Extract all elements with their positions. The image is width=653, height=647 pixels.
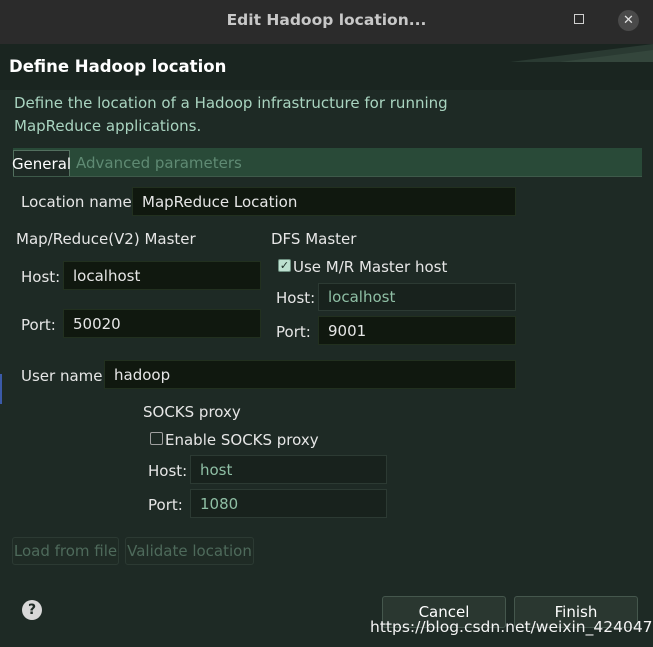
page-description: Define the location of a Hadoop infrastr… <box>14 94 448 135</box>
socks-host-input[interactable]: host <box>190 455 387 484</box>
socks-port-label: Port: <box>148 496 183 514</box>
mr-host-input[interactable]: localhost <box>63 261 261 290</box>
use-mr-master-host-checkbox[interactable]: ✓ <box>278 259 291 272</box>
tab-general[interactable]: General <box>12 150 71 176</box>
mr-host-label: Host: <box>21 268 61 286</box>
load-from-file-button[interactable]: Load from file <box>12 537 119 565</box>
mr-master-heading: Map/Reduce(V2) Master <box>16 230 196 248</box>
enable-socks-proxy-label[interactable]: Enable SOCKS proxy <box>165 431 319 449</box>
dfs-port-input[interactable]: 9001 <box>318 316 516 345</box>
dfs-host-label: Host: <box>276 289 316 307</box>
user-name-label: User name: <box>21 367 108 385</box>
maximize-icon[interactable] <box>574 14 584 24</box>
dfs-port-label: Port: <box>276 323 311 341</box>
socks-port-input[interactable]: 1080 <box>190 489 387 518</box>
enable-socks-proxy-checkbox[interactable] <box>150 432 163 445</box>
header-decoration <box>510 44 653 62</box>
user-name-input[interactable]: hadoop <box>104 360 516 389</box>
dfs-master-heading: DFS Master <box>271 230 357 248</box>
close-icon: ✕ <box>623 13 634 28</box>
focus-marker <box>0 374 2 404</box>
socks-host-label: Host: <box>148 462 188 480</box>
mr-port-label: Port: <box>21 316 56 334</box>
mr-port-input[interactable]: 50020 <box>63 309 261 338</box>
tab-advanced-parameters[interactable]: Advanced parameters <box>76 154 242 172</box>
window-title: Edit Hadoop location... <box>226 11 427 29</box>
dfs-host-input[interactable]: localhost <box>318 283 516 311</box>
socks-proxy-heading: SOCKS proxy <box>143 403 241 421</box>
close-button[interactable]: ✕ <box>618 10 639 31</box>
page-title: Define Hadoop location <box>9 57 227 76</box>
use-mr-master-host-label[interactable]: Use M/R Master host <box>293 258 447 276</box>
location-name-label: Location name: <box>21 193 137 211</box>
validate-location-button[interactable]: Validate location <box>125 537 254 565</box>
help-icon[interactable]: ? <box>22 600 42 620</box>
watermark: https://blog.csdn.net/weixin_42404727 <box>370 618 653 636</box>
location-name-input[interactable]: MapReduce Location <box>132 187 516 216</box>
